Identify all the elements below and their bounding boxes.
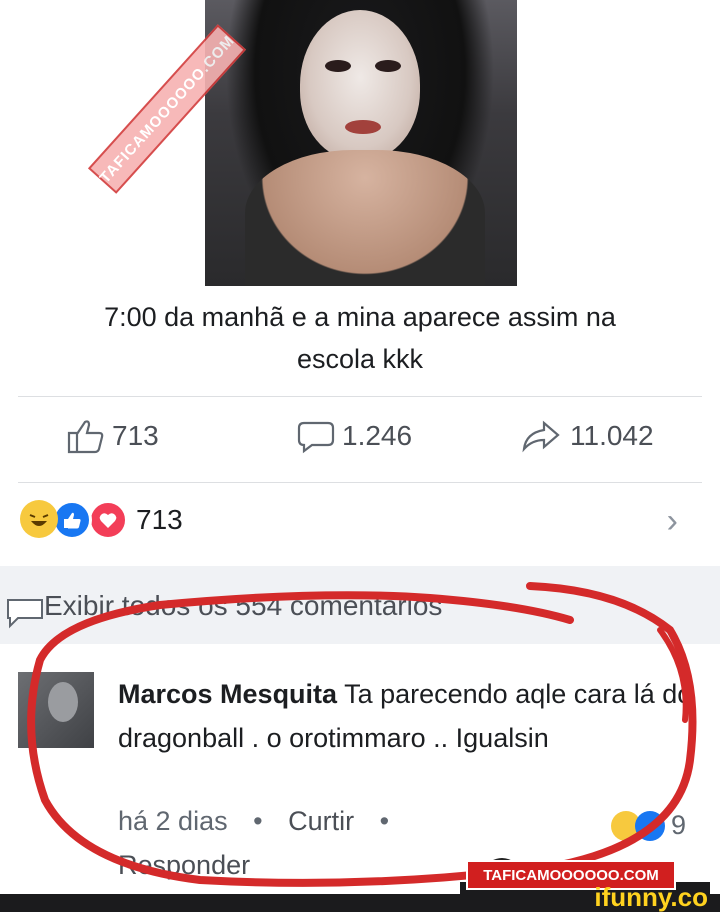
photo-body bbox=[245, 150, 485, 286]
reaction-count: 713 bbox=[136, 504, 183, 535]
share-icon bbox=[522, 420, 560, 453]
ifunny-brand: ifunny.co bbox=[594, 882, 708, 912]
share-button[interactable]: 11.042 bbox=[520, 418, 654, 454]
view-all-comments-bar[interactable]: Exibir todos os 554 comentários bbox=[0, 566, 720, 644]
love-icon bbox=[88, 500, 128, 540]
like-button[interactable]: 713 bbox=[66, 418, 159, 454]
comment-reaction-count: 9 bbox=[670, 810, 686, 840]
chevron-right-icon[interactable]: › bbox=[667, 502, 678, 541]
comment-icon bbox=[297, 421, 335, 454]
avatar-head bbox=[48, 682, 78, 722]
like-count: 713 bbox=[112, 420, 159, 451]
comment-button[interactable]: 1.246 bbox=[296, 418, 412, 454]
photo-eye-right bbox=[375, 60, 401, 72]
comment-reply-link[interactable]: Responder bbox=[118, 850, 250, 881]
divider bbox=[18, 396, 702, 397]
caption-line-2: escola kkk bbox=[296, 344, 424, 374]
comment-meta: há 2 dias • Curtir • bbox=[118, 806, 407, 837]
comment-like-link[interactable]: Curtir bbox=[288, 806, 354, 836]
comment-body: Marcos Mesquita Ta parecendo aqle cara l… bbox=[118, 672, 708, 760]
meta-dot: • bbox=[253, 806, 263, 836]
comment-author[interactable]: Marcos Mesquita bbox=[118, 679, 337, 709]
avatar[interactable] bbox=[18, 672, 94, 748]
comment-reactions[interactable]: 9 bbox=[610, 810, 686, 841]
post-caption: 7:00 da manhã e a mina aparece assim na … bbox=[0, 296, 720, 380]
post-stats-row: 713 1.246 11.042 bbox=[0, 418, 720, 464]
ifunny-watermark: TAFICAMOOOOOO.COM ifunny.co bbox=[460, 860, 710, 912]
caption-line-1: 7:00 da manhã e a mina aparece assim na bbox=[104, 302, 616, 332]
comment-bubble-icon bbox=[7, 599, 43, 629]
haha-icon bbox=[20, 500, 58, 538]
comment-count: 1.246 bbox=[342, 420, 413, 451]
reactions-row[interactable]: 713 › bbox=[0, 500, 720, 548]
comment-time: há 2 dias bbox=[118, 806, 228, 836]
thumbs-up-icon bbox=[67, 420, 104, 454]
share-count: 11.042 bbox=[570, 420, 654, 451]
photo-eye-left bbox=[325, 60, 351, 72]
post-photo[interactable] bbox=[205, 0, 517, 286]
photo-lips bbox=[345, 120, 381, 134]
meta-dot: • bbox=[379, 806, 390, 836]
like-icon bbox=[52, 500, 92, 540]
view-all-comments-link[interactable]: Exibir todos os 554 comentários bbox=[44, 590, 442, 622]
divider bbox=[18, 482, 702, 483]
photo-face bbox=[300, 10, 420, 160]
like-icon bbox=[634, 810, 665, 841]
